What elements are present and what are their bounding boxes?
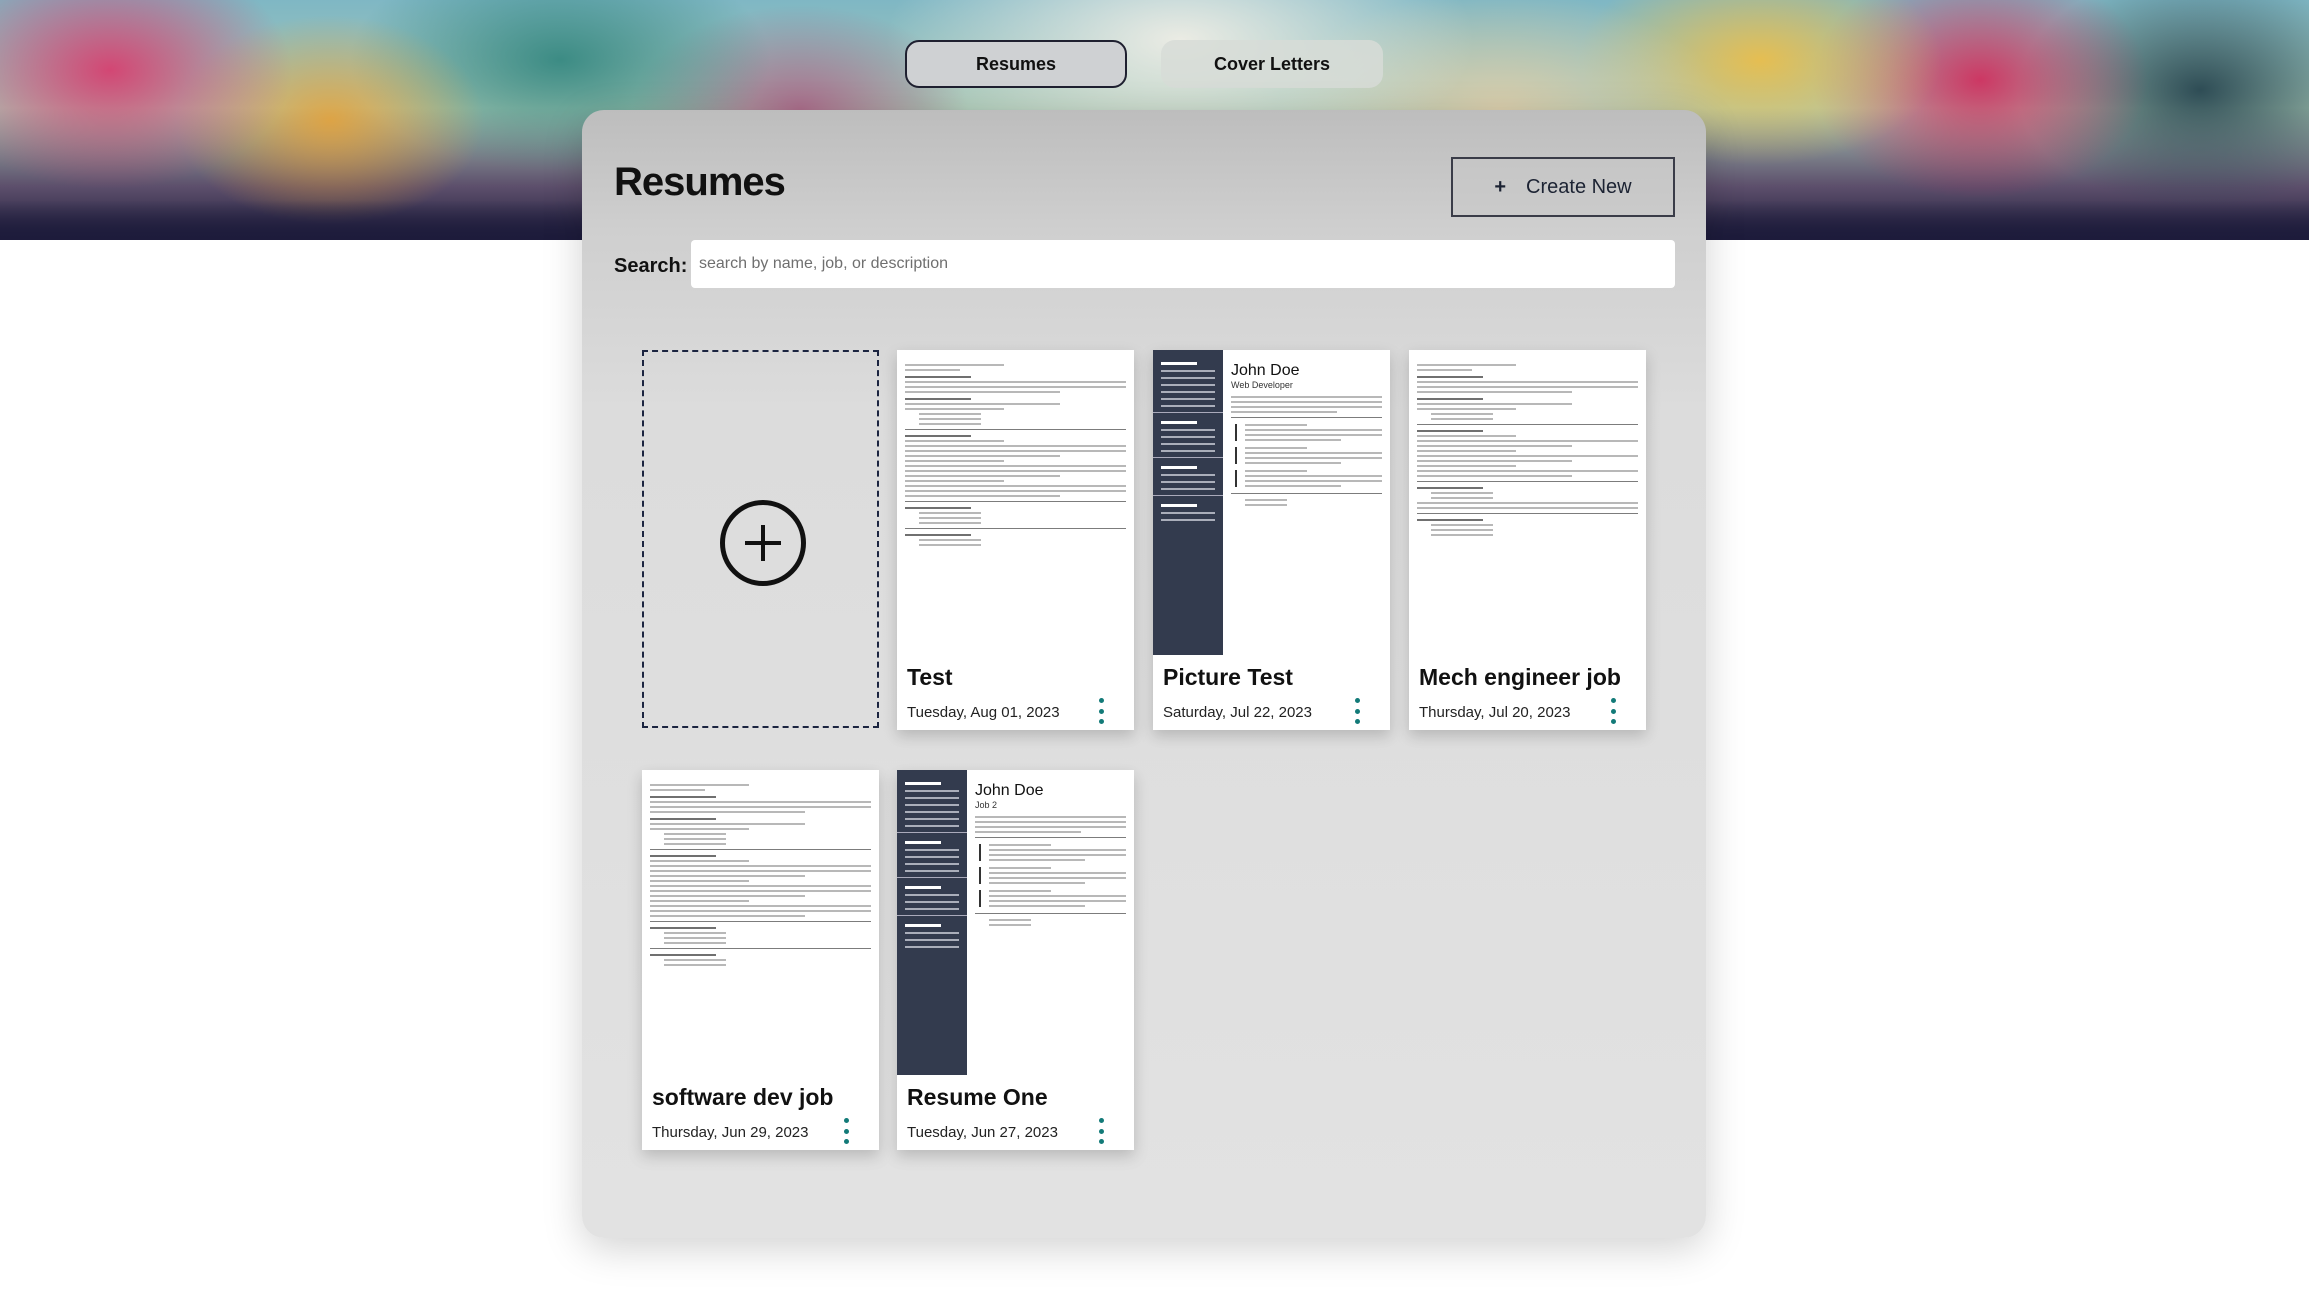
resume-date: Tuesday, Jun 27, 2023 bbox=[907, 1124, 1058, 1141]
search-label: Search: bbox=[614, 255, 688, 277]
resume-title: Test bbox=[907, 664, 953, 690]
resume-thumbnail bbox=[642, 770, 879, 1075]
resume-thumbnail: John Doe Web Developer bbox=[1153, 350, 1390, 655]
plus-circle-icon bbox=[720, 500, 806, 586]
tab-cover-letters[interactable]: Cover Letters bbox=[1161, 40, 1383, 88]
resume-date: Thursday, Jul 20, 2023 bbox=[1419, 704, 1571, 721]
preview-name: John Doe bbox=[975, 782, 1044, 799]
tab-resumes[interactable]: Resumes bbox=[905, 40, 1127, 88]
more-options-icon[interactable] bbox=[1608, 698, 1618, 724]
search-input[interactable] bbox=[691, 240, 1675, 288]
resume-date: Thursday, Jun 29, 2023 bbox=[652, 1124, 809, 1141]
resume-card[interactable]: software dev job Thursday, Jun 29, 2023 bbox=[642, 770, 879, 1150]
more-options-icon[interactable] bbox=[1352, 698, 1362, 724]
resume-card[interactable]: Test Tuesday, Aug 01, 2023 bbox=[897, 350, 1134, 730]
create-new-label: Create New bbox=[1526, 175, 1632, 198]
resume-thumbnail bbox=[897, 350, 1134, 655]
more-options-icon[interactable] bbox=[841, 1118, 851, 1144]
resume-thumbnail: John Doe Job 2 bbox=[897, 770, 1134, 1075]
resume-title: Picture Test bbox=[1163, 664, 1293, 690]
resume-card[interactable]: John Doe Job 2 Resume One Tuesday, Jun 2… bbox=[897, 770, 1134, 1150]
add-resume-card[interactable] bbox=[642, 350, 879, 728]
plus-icon: + bbox=[1494, 175, 1507, 198]
resume-title: software dev job bbox=[652, 1084, 834, 1110]
resume-title: Resume One bbox=[907, 1084, 1048, 1110]
resume-card[interactable]: Mech engineer job Thursday, Jul 20, 2023 bbox=[1409, 350, 1646, 730]
resume-date: Saturday, Jul 22, 2023 bbox=[1163, 704, 1312, 721]
preview-job: Job 2 bbox=[975, 800, 998, 810]
resumes-panel: Resumes + Create New Search: search by n… bbox=[582, 110, 1706, 1238]
more-options-icon[interactable] bbox=[1096, 1118, 1106, 1144]
preview-name: John Doe bbox=[1231, 362, 1300, 379]
preview-job: Web Developer bbox=[1231, 380, 1293, 390]
create-new-button[interactable]: + Create New bbox=[1451, 157, 1675, 217]
resume-card[interactable]: John Doe Web Developer Picture Test Satu… bbox=[1153, 350, 1390, 730]
resume-thumbnail bbox=[1409, 350, 1646, 655]
resume-title: Mech engineer job bbox=[1419, 664, 1621, 690]
section-tabs: Resumes Cover Letters bbox=[905, 40, 1385, 90]
more-options-icon[interactable] bbox=[1096, 698, 1106, 724]
resume-date: Tuesday, Aug 01, 2023 bbox=[907, 704, 1060, 721]
page-title: Resumes bbox=[614, 160, 786, 204]
